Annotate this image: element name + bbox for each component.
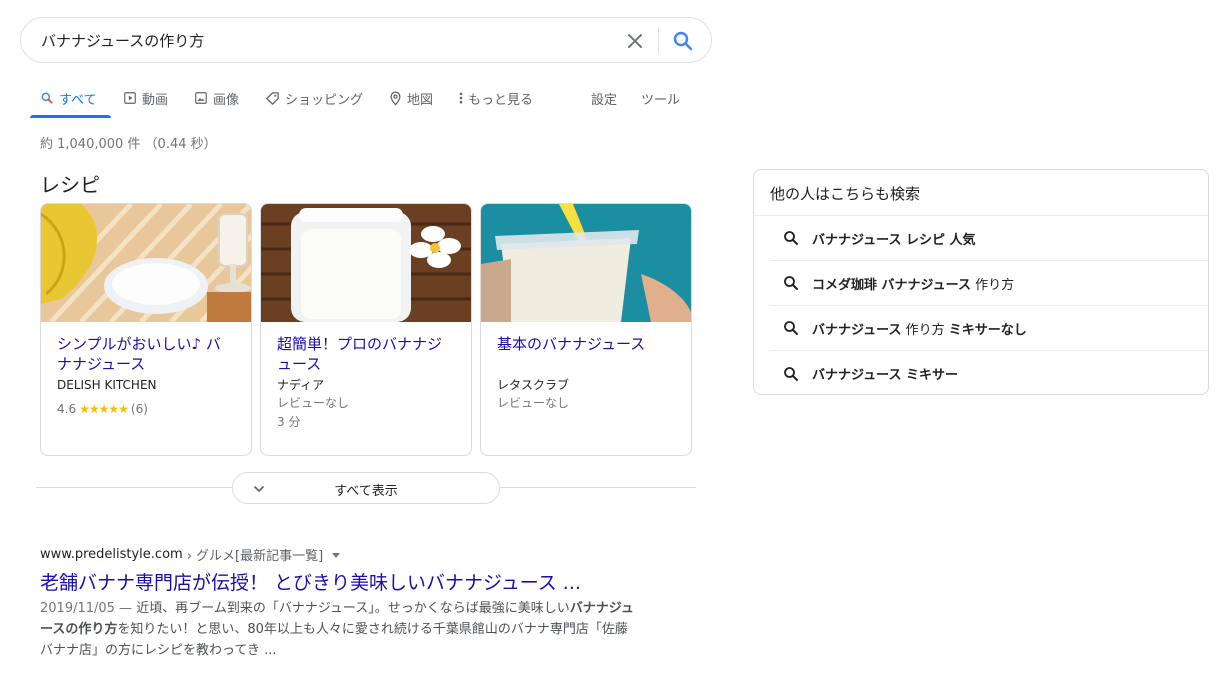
tab-shopping[interactable]: ショッピング bbox=[265, 88, 363, 108]
search-divider bbox=[658, 28, 659, 54]
recipe-image bbox=[481, 204, 691, 322]
image-icon bbox=[195, 92, 207, 104]
result-date: 2019/11/05 — bbox=[40, 601, 137, 616]
result-url[interactable]: www.predelistyle.com › グルメ[最新記事一覧] bbox=[40, 545, 341, 564]
related-search-item[interactable]: バナナジュース 作り方 ミキサーなし bbox=[770, 306, 1208, 351]
cook-time: 3 分 bbox=[277, 415, 301, 429]
related-search-text: バナナジュース ミキサー bbox=[812, 368, 958, 383]
rating-value: 4.6 bbox=[57, 402, 77, 416]
recipe-title[interactable]: シンプルがおいしい♪ バナナジュース bbox=[57, 334, 235, 374]
recipe-card[interactable]: シンプルがおいしい♪ バナナジュース DELISH KITCHEN 4.6 ★★… bbox=[40, 203, 252, 456]
tab-label: もっと見る bbox=[468, 92, 534, 108]
map-pin-icon bbox=[390, 91, 401, 106]
show-all-label: すべて表示 bbox=[334, 484, 398, 499]
related-search-item[interactable]: バナナジュース レシピ 人気 bbox=[770, 216, 1208, 261]
show-all-button[interactable]: すべて表示 bbox=[232, 472, 500, 504]
recipe-title[interactable]: 超簡単！プロのバナナジュース bbox=[277, 334, 455, 374]
star-rating-icon: ★★★★★ bbox=[79, 402, 129, 416]
tab-videos[interactable]: 動画 bbox=[123, 88, 168, 108]
related-searches-title: 他の人はこちらも検索 bbox=[770, 185, 921, 203]
result-title-link[interactable]: 老舗バナナ専門店が伝授！ とびきり美味しいバナナジュース ... bbox=[40, 568, 581, 595]
related-search-text: バナナジュース 作り方 ミキサーなし bbox=[812, 322, 1027, 338]
search-box[interactable]: バナナジュースの作り方 bbox=[20, 17, 712, 63]
tab-tools[interactable]: ツール bbox=[641, 88, 680, 108]
recipe-card[interactable]: 基本のバナナジュース レタスクラブ レビューなし bbox=[480, 203, 692, 456]
recipe-image bbox=[41, 204, 251, 322]
recipe-source: DELISH KITCHEN bbox=[57, 378, 157, 392]
result-domain: www.predelistyle.com bbox=[40, 547, 183, 562]
result-breadcrumb: › グルメ[最新記事一覧] bbox=[186, 549, 324, 564]
tab-label: ショッピング bbox=[285, 92, 364, 108]
search-icon bbox=[784, 276, 798, 290]
more-vert-icon bbox=[459, 92, 463, 104]
recipe-image bbox=[261, 204, 471, 322]
review-count: (6) bbox=[130, 402, 148, 416]
tools-label: ツール bbox=[641, 92, 681, 108]
result-stats: 約 1,040,000 件 （0.44 秒） bbox=[40, 137, 217, 152]
review-status: レビューなし bbox=[497, 396, 570, 410]
related-search-item[interactable]: コメダ珈琲 バナナジュース 作り方 bbox=[770, 261, 1208, 306]
recipe-title[interactable]: 基本のバナナジュース bbox=[497, 334, 675, 374]
result-snippet: 2019/11/05 — 近頃、再ブーム到来の「バナナジュース」。せっかくならば… bbox=[40, 598, 640, 661]
related-search-item[interactable]: バナナジュース ミキサー bbox=[770, 351, 1208, 396]
search-icon bbox=[784, 366, 798, 381]
tab-all[interactable]: すべて bbox=[40, 88, 97, 108]
related-search-text: コメダ珈琲 バナナジュース 作り方 bbox=[812, 277, 1015, 293]
tag-icon bbox=[266, 91, 279, 105]
tab-label: 動画 bbox=[142, 92, 169, 108]
tab-more[interactable]: もっと見る bbox=[458, 88, 533, 108]
recipe-card[interactable]: 超簡単！プロのバナナジュース ナディア レビューなし 3 分 bbox=[260, 203, 472, 456]
clear-icon[interactable] bbox=[623, 29, 647, 53]
tab-label: 画像 bbox=[213, 92, 240, 108]
search-icon[interactable] bbox=[671, 29, 695, 53]
search-icon bbox=[41, 92, 53, 104]
search-icon bbox=[784, 321, 798, 335]
search-icon bbox=[784, 231, 798, 245]
caret-down-icon[interactable] bbox=[331, 550, 341, 560]
tab-images[interactable]: 画像 bbox=[194, 88, 239, 108]
video-icon bbox=[124, 92, 136, 104]
search-input[interactable]: バナナジュースの作り方 bbox=[41, 30, 204, 51]
tab-label: すべて bbox=[59, 92, 97, 108]
related-searches-panel: 他の人はこちらも検索 バナナジュース レシピ 人気 コメダ珈琲 バナナジュース … bbox=[753, 169, 1209, 395]
rating-row: 4.6 ★★★★★ (6) bbox=[57, 402, 235, 416]
tab-maps[interactable]: 地図 bbox=[389, 88, 433, 108]
snippet-text: を知りたい！と思い、80年以上も人々に愛され続ける千葉県館山のバナナ専門店「佐藤… bbox=[40, 622, 628, 658]
snippet-text: 近頃、再ブーム到来の「バナナジュース」。せっかくならば最強に美味しい bbox=[136, 601, 570, 616]
settings-label: 設定 bbox=[591, 92, 618, 108]
tab-label: 地図 bbox=[407, 92, 434, 108]
tab-settings[interactable]: 設定 bbox=[591, 88, 617, 108]
active-tab-indicator bbox=[30, 115, 111, 118]
review-status: レビューなし bbox=[277, 396, 350, 410]
related-search-text: バナナジュース レシピ 人気 bbox=[812, 232, 976, 248]
recipe-source: ナディア bbox=[277, 378, 325, 392]
recipe-source: レタスクラブ bbox=[497, 378, 570, 392]
recipes-heading: レシピ bbox=[40, 173, 100, 197]
